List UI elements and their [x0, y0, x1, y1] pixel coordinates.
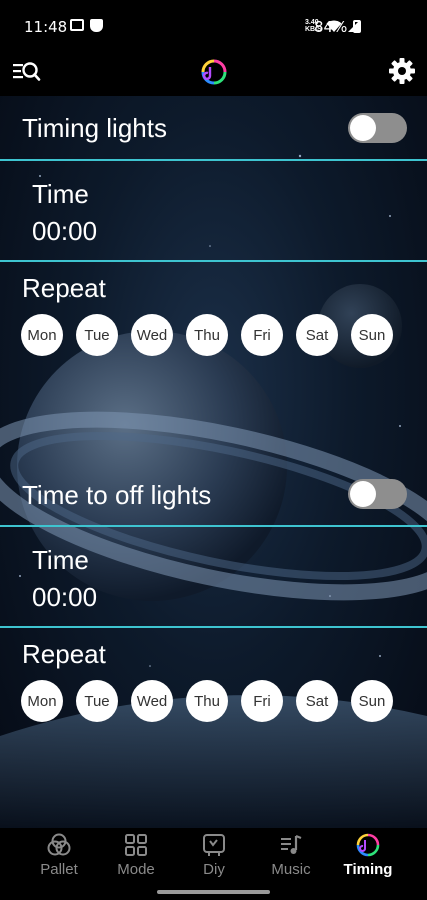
mode-grid-icon: [125, 834, 147, 856]
music-icon: [281, 834, 302, 854]
divider: [0, 260, 427, 262]
day-button-tue[interactable]: Tue: [76, 680, 118, 722]
bottom-navigation: Pallet Mode Diy Music Timing: [0, 828, 427, 880]
divider: [0, 159, 427, 161]
day-button-thu[interactable]: Thu: [186, 680, 228, 722]
nav-label-diy: Diy: [203, 861, 225, 878]
timing-lights-label: Timing lights: [22, 113, 167, 143]
nav-item-music[interactable]: Music: [251, 828, 331, 880]
shield-notification-icon: [90, 19, 103, 32]
status-bar: 11:48 3.40 KB/S 84%: [0, 0, 427, 52]
divider: [0, 525, 427, 527]
day-button-sat[interactable]: Sat: [296, 314, 338, 356]
nav-item-mode[interactable]: Mode: [96, 828, 176, 880]
day-button-fri[interactable]: Fri: [241, 680, 283, 722]
day-button-wed[interactable]: Wed: [131, 680, 173, 722]
nav-label-mode: Mode: [117, 861, 155, 878]
day-button-thu[interactable]: Thu: [186, 314, 228, 356]
nav-label-music: Music: [271, 861, 311, 878]
status-time: 11:48: [24, 18, 68, 36]
time-off-label: Time: [32, 545, 89, 575]
time-on-label: Time: [32, 179, 89, 209]
repeat-on-days: Mon Tue Wed Thu Fri Sat Sun: [21, 314, 393, 356]
timing-lights-toggle[interactable]: [348, 113, 407, 143]
app-logo-icon: [201, 59, 227, 85]
off-lights-label: Time to off lights: [22, 480, 212, 510]
divider: [0, 626, 427, 628]
time-on-value[interactable]: 00:00: [32, 216, 97, 247]
system-gesture-bar: [0, 880, 427, 900]
pallet-icon: [47, 833, 71, 856]
nav-label-pallet: Pallet: [40, 861, 78, 878]
toggle-knob: [350, 115, 376, 141]
repeat-off-days: Mon Tue Wed Thu Fri Sat Sun: [21, 680, 393, 722]
app-header: [0, 52, 427, 96]
gear-icon[interactable]: [388, 57, 416, 85]
status-left-icons: [70, 19, 103, 32]
repeat-off-label: Repeat: [22, 639, 106, 669]
off-lights-toggle[interactable]: [348, 479, 407, 509]
diy-icon: [203, 834, 225, 856]
day-button-sun[interactable]: Sun: [351, 314, 393, 356]
timing-icon: [356, 833, 380, 857]
day-button-fri[interactable]: Fri: [241, 314, 283, 356]
day-button-mon[interactable]: Mon: [21, 680, 63, 722]
nav-item-timing[interactable]: Timing: [328, 828, 408, 880]
repeat-on-label: Repeat: [22, 273, 106, 303]
time-off-value[interactable]: 00:00: [32, 582, 97, 613]
timing-content: Timing lights Time 00:00 Repeat Mon Tue …: [0, 96, 427, 828]
nav-label-timing: Timing: [343, 861, 393, 878]
day-button-mon[interactable]: Mon: [21, 314, 63, 356]
home-indicator[interactable]: [157, 890, 270, 894]
toggle-knob: [350, 481, 376, 507]
nav-item-diy[interactable]: Diy: [174, 828, 254, 880]
battery-icon: [353, 20, 361, 33]
menu-search-icon[interactable]: [12, 58, 42, 86]
day-button-tue[interactable]: Tue: [76, 314, 118, 356]
gallery-notification-icon: [70, 19, 84, 31]
day-button-wed[interactable]: Wed: [131, 314, 173, 356]
day-button-sat[interactable]: Sat: [296, 680, 338, 722]
day-button-sun[interactable]: Sun: [351, 680, 393, 722]
nav-item-pallet[interactable]: Pallet: [19, 828, 99, 880]
battery-percentage: 84%: [314, 18, 348, 36]
